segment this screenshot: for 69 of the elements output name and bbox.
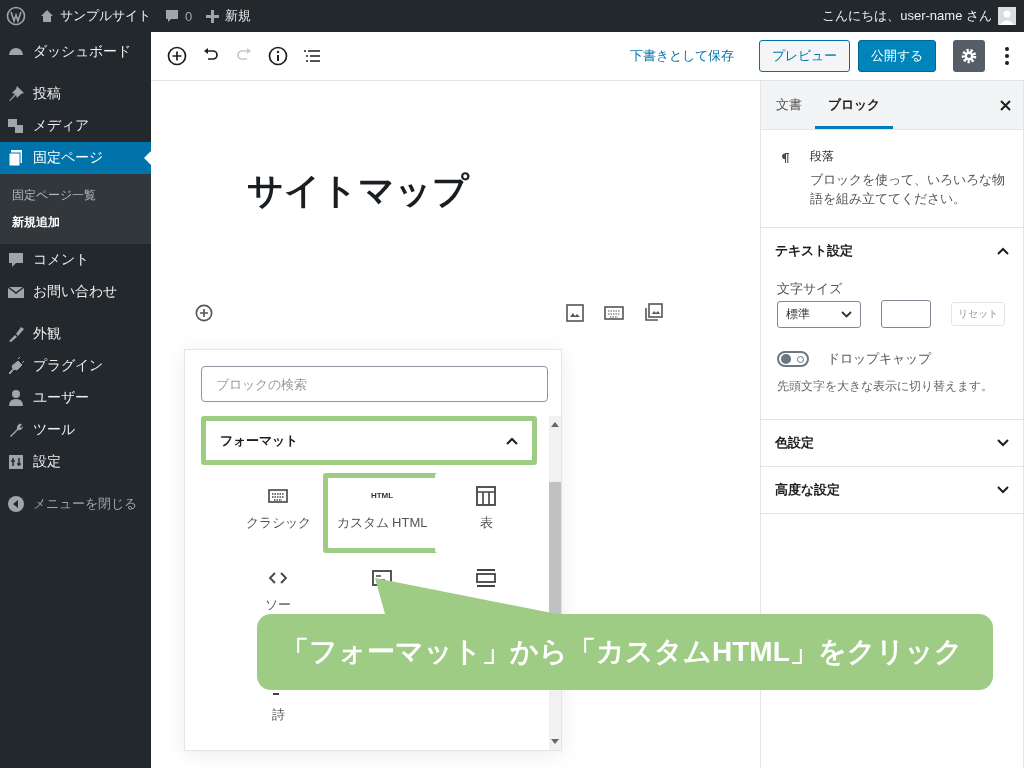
wordpress-logo-icon[interactable] <box>6 6 26 26</box>
publish-button[interactable]: 公開する <box>858 40 936 72</box>
add-block-icon[interactable] <box>195 303 213 322</box>
plus-icon <box>206 9 220 23</box>
menu-item[interactable]: 固定ページ <box>0 142 151 174</box>
drop-cap-help: 先頭文字を大きな表示に切り替えます。 <box>777 378 994 395</box>
comment-icon <box>165 9 179 23</box>
menu-item[interactable]: コメント <box>0 244 151 276</box>
block-search-field[interactable]: ブロックの検索 <box>201 366 548 402</box>
keyboard-icon[interactable] <box>604 305 624 320</box>
sliders-icon <box>7 453 25 471</box>
chevron-icon <box>997 439 1009 447</box>
comment-icon <box>7 251 25 269</box>
sidebar-tab[interactable]: 文書 <box>763 81 815 129</box>
pages-icon <box>7 149 25 167</box>
media-icon <box>7 117 25 135</box>
scroll-up-icon[interactable] <box>551 421 559 427</box>
rows-icon <box>475 568 497 588</box>
custom-size-field[interactable] <box>881 300 931 328</box>
keyboard-icon <box>267 486 289 506</box>
chevron-icon <box>997 247 1009 255</box>
block-title: 段落 <box>810 148 836 165</box>
menu-item[interactable]: プラグイン <box>0 350 151 382</box>
submenu-item[interactable]: 新規追加 <box>0 209 151 236</box>
settings-button[interactable] <box>953 40 985 72</box>
block-description: ブロックを使って、いろいろな物語を組み立ててください。 <box>810 172 1007 208</box>
chevron-icon <box>997 486 1009 494</box>
more-options-icon[interactable] <box>1004 46 1010 66</box>
new-content-link[interactable]: 新規 <box>206 7 252 25</box>
gear-icon <box>960 47 978 65</box>
chevron-icon <box>506 436 518 445</box>
menu-item[interactable]: ダッシュボード <box>0 36 151 68</box>
site-name-link[interactable]: サンプルサイト <box>40 7 151 25</box>
avatar-icon <box>998 7 1016 25</box>
collapse-menu-button[interactable]: メニューを閉じる <box>0 488 151 520</box>
scroll-down-icon[interactable] <box>551 739 559 745</box>
menu-item[interactable]: 外観 <box>0 318 151 350</box>
font-size-label: 文字サイズ <box>777 280 843 298</box>
add-block-icon[interactable] <box>167 46 187 66</box>
close-icon[interactable] <box>1000 99 1011 111</box>
sidebar-tab[interactable]: ブロック <box>815 81 893 129</box>
menu-item[interactable]: メディア <box>0 110 151 142</box>
save-draft-link[interactable]: 下書きとして保存 <box>630 47 734 65</box>
home-icon <box>40 9 54 23</box>
drop-cap-toggle[interactable] <box>777 351 809 367</box>
collapse-icon <box>7 495 25 513</box>
submenu-item[interactable]: 固定ページ一覧 <box>0 182 151 209</box>
image-icon[interactable] <box>566 303 584 322</box>
font-size-select[interactable]: 標準 <box>777 300 861 328</box>
menu-item[interactable]: 投稿 <box>0 78 151 110</box>
paintbrush-icon <box>7 325 25 343</box>
drop-cap-label: ドロップキャップ <box>827 350 931 368</box>
info-icon[interactable] <box>268 46 288 66</box>
plug-icon <box>7 357 25 375</box>
table-icon <box>475 486 497 506</box>
page-title[interactable]: サイトマップ <box>247 169 760 213</box>
account-link[interactable]: こんにちは、user-name さん <box>822 7 1016 25</box>
menu-item[interactable]: 設定 <box>0 446 151 478</box>
list-view-icon[interactable] <box>303 48 321 64</box>
menu-item[interactable]: ツール <box>0 414 151 446</box>
menu-item[interactable]: お問い合わせ <box>0 276 151 308</box>
pin-icon <box>7 85 25 103</box>
comments-link[interactable]: 0 <box>165 8 193 24</box>
preview-button[interactable]: プレビュー <box>759 40 850 72</box>
menu-item[interactable]: ユーザー <box>0 382 151 414</box>
chevron-down-icon <box>841 310 852 318</box>
user-icon <box>7 389 25 407</box>
gallery-icon[interactable] <box>644 303 663 322</box>
category-header[interactable]: フォーマット <box>201 416 537 465</box>
